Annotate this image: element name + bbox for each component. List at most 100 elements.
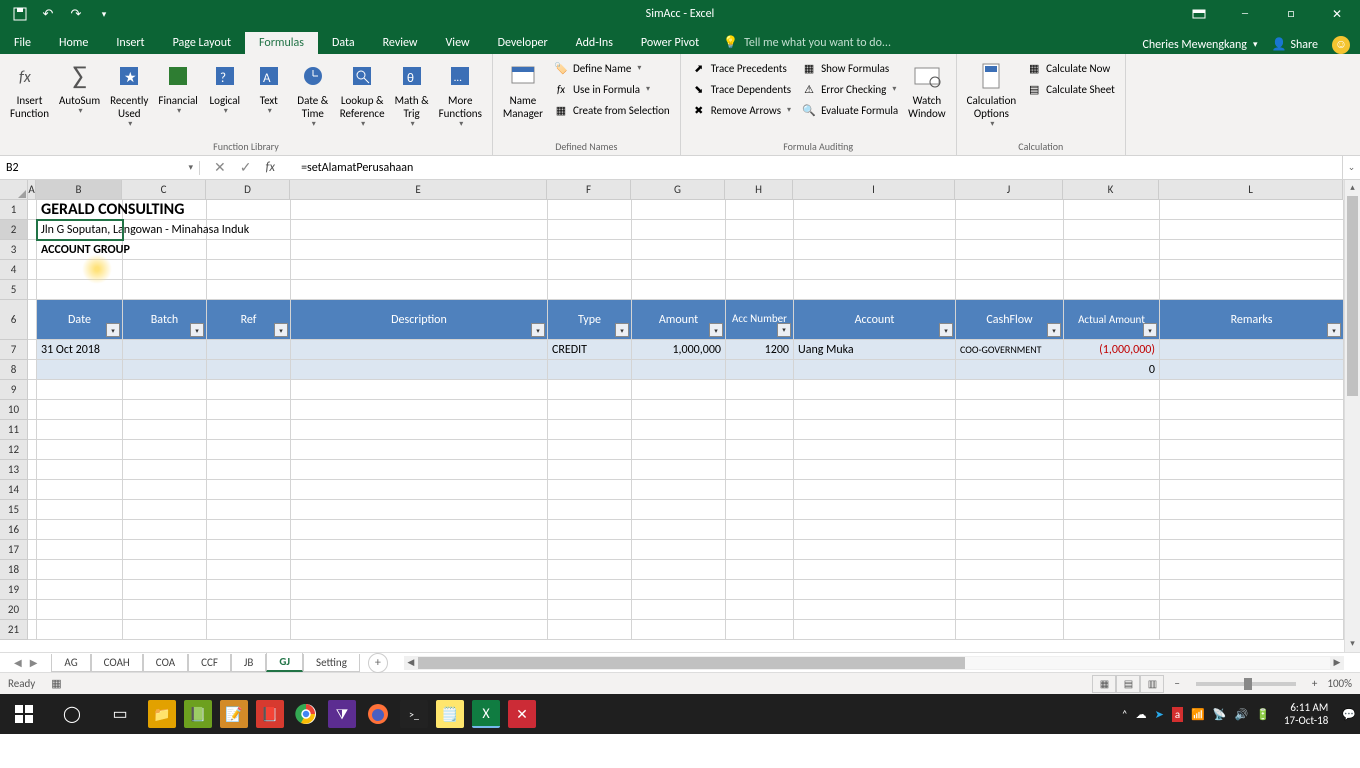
show-formulas-button[interactable]: ▦Show Formulas [797, 58, 902, 78]
error-checking-button[interactable]: ⚠Error Checking▾ [797, 79, 902, 99]
vertical-scrollbar[interactable]: ▴▾ [1344, 180, 1360, 652]
calculate-now-button[interactable]: ▦Calculate Now [1022, 58, 1119, 78]
row-header[interactable]: 19 [0, 580, 28, 600]
calculation-options-button[interactable]: Calculation Options▾ [963, 58, 1021, 132]
row-header[interactable]: 21 [0, 620, 28, 640]
sheet-tab[interactable]: COA [143, 654, 188, 672]
cell[interactable]: 1200 [726, 340, 794, 360]
emoji-feedback-icon[interactable]: ☺ [1332, 36, 1350, 54]
page-layout-view-button[interactable]: ▤ [1116, 675, 1140, 693]
minimize-button[interactable]: ─ [1222, 0, 1268, 28]
evaluate-formula-button[interactable]: 🔍Evaluate Formula [797, 100, 902, 120]
trace-precedents-button[interactable]: ⬈Trace Precedents [687, 58, 795, 78]
start-button[interactable] [0, 694, 48, 734]
row-header[interactable]: 1 [0, 200, 28, 220]
tab-review[interactable]: Review [369, 32, 432, 54]
col-header[interactable]: D [206, 180, 290, 200]
tab-developer[interactable]: Developer [484, 32, 562, 54]
tab-file[interactable]: File [0, 32, 45, 54]
telegram-icon[interactable]: ➤ [1155, 708, 1164, 721]
volume-icon[interactable]: 🔊 [1235, 708, 1249, 721]
row-header[interactable]: 9 [0, 380, 28, 400]
text-button[interactable]: AText▾ [248, 58, 290, 119]
math-trig-button[interactable]: θMath & Trig▾ [391, 58, 433, 132]
wifi-icon[interactable]: 📡 [1213, 708, 1227, 721]
save-icon[interactable] [8, 2, 32, 26]
name-box[interactable]: ▾ [0, 161, 200, 175]
col-header[interactable]: H [725, 180, 793, 200]
cell[interactable]: CREDIT [548, 340, 632, 360]
company-name[interactable]: GERALD CONSULTING [37, 200, 123, 220]
sticky-notes-icon[interactable]: 🗒️ [436, 700, 464, 728]
macro-record-icon[interactable]: ▦ [51, 677, 61, 690]
financial-button[interactable]: Financial▾ [154, 58, 201, 119]
col-header[interactable]: G [631, 180, 725, 200]
define-name-button[interactable]: 🏷️Define Name▾ [549, 58, 674, 78]
cell-active[interactable]: Jln G Soputan, Langowan - Minahasa Induk [37, 220, 123, 240]
normal-view-button[interactable]: ▦ [1092, 675, 1116, 693]
file-explorer-icon[interactable]: 📁 [148, 700, 176, 728]
filter-icon[interactable]: ▾ [615, 323, 629, 337]
create-from-selection-button[interactable]: ▦Create from Selection [549, 100, 674, 120]
row-header[interactable]: 3 [0, 240, 28, 260]
filter-icon[interactable]: ▾ [777, 323, 791, 337]
use-in-formula-button[interactable]: fxUse in Formula▾ [549, 79, 674, 99]
formula-bar-expand-icon[interactable]: ⌄ [1342, 156, 1360, 179]
cell[interactable]: COO-GOVERNMENT [956, 340, 1064, 360]
filter-icon[interactable]: ▾ [1327, 323, 1341, 337]
row-header[interactable]: 16 [0, 520, 28, 540]
zoom-level[interactable]: 100% [1327, 677, 1352, 690]
cortana-icon[interactable]: ◯ [48, 694, 96, 734]
notepad-icon[interactable]: 📗 [184, 700, 212, 728]
app2-icon[interactable]: ✕ [508, 700, 536, 728]
col-header[interactable]: F [547, 180, 631, 200]
row-header[interactable]: 17 [0, 540, 28, 560]
tab-view[interactable]: View [432, 32, 484, 54]
share-button[interactable]: 👤Share [1263, 35, 1326, 54]
notepadpp-icon[interactable]: 📝 [220, 700, 248, 728]
report-title[interactable]: ACCOUNT GROUP [37, 240, 123, 260]
col-header[interactable]: C [122, 180, 206, 200]
autosum-button[interactable]: ∑AutoSum▾ [55, 58, 104, 119]
network-icon[interactable]: 📶 [1191, 708, 1205, 721]
av-icon[interactable]: a [1172, 707, 1183, 722]
th-account[interactable]: Account▾ [794, 300, 956, 340]
tell-me-search[interactable]: 💡Tell me what you want to do... [713, 31, 901, 54]
filter-icon[interactable]: ▾ [1143, 323, 1157, 337]
select-all-icon[interactable] [0, 180, 28, 200]
col-header[interactable]: E [290, 180, 547, 200]
lookup-button[interactable]: Lookup & Reference▾ [336, 58, 389, 132]
cancel-formula-icon[interactable]: ✕ [214, 159, 226, 176]
excel-icon[interactable]: X [472, 700, 500, 728]
tab-insert[interactable]: Insert [102, 32, 158, 54]
row-header[interactable]: 2 [0, 220, 28, 240]
action-center-icon[interactable]: 💬 [1342, 708, 1356, 721]
task-view-icon[interactable]: ▭ [96, 694, 144, 734]
enter-formula-icon[interactable]: ✓ [240, 159, 252, 176]
cell[interactable]: Uang Muka [794, 340, 956, 360]
row-header[interactable]: 14 [0, 480, 28, 500]
row-header[interactable]: 4 [0, 260, 28, 280]
cmd-icon[interactable]: >_ [400, 700, 428, 728]
tab-data[interactable]: Data [318, 32, 369, 54]
worksheet-grid[interactable]: A B C D E F G H I J K L 1 2 3 4 5 6 7 8 … [0, 180, 1360, 652]
qat-customize-icon[interactable]: ▾ [92, 2, 116, 26]
tab-formulas[interactable]: Formulas [245, 32, 318, 54]
close-button[interactable]: ✕ [1314, 0, 1360, 28]
zoom-in-button[interactable]: + [1312, 677, 1317, 690]
page-break-view-button[interactable]: ▥ [1140, 675, 1164, 693]
row-header[interactable]: 20 [0, 600, 28, 620]
row-header[interactable]: 15 [0, 500, 28, 520]
row-header[interactable]: 11 [0, 420, 28, 440]
th-accnum[interactable]: Acc Number▾ [726, 300, 794, 340]
name-manager-button[interactable]: Name Manager [499, 58, 547, 122]
cell[interactable]: 1,000,000 [632, 340, 726, 360]
filter-icon[interactable]: ▾ [106, 323, 120, 337]
sheet-tab[interactable]: COAH [91, 654, 143, 672]
filter-icon[interactable]: ▾ [531, 323, 545, 337]
maximize-button[interactable]: □ [1268, 0, 1314, 28]
tray-expand-icon[interactable]: ˄ [1122, 708, 1128, 721]
firefox-icon[interactable] [364, 700, 392, 728]
horizontal-scrollbar[interactable]: ◀▶ [404, 656, 1344, 670]
fx-icon[interactable]: fx [265, 160, 281, 175]
